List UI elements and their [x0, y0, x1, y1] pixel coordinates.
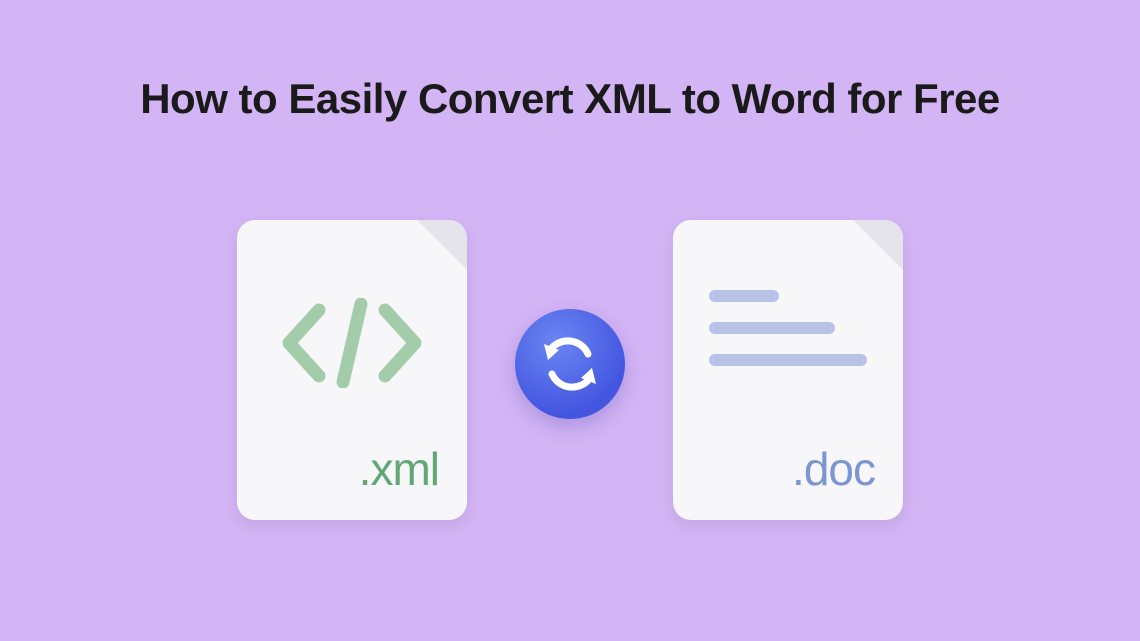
doc-text-line [709, 290, 779, 302]
doc-text-line [709, 354, 867, 366]
sync-arrows-icon [515, 309, 625, 419]
file-corner-fold [853, 220, 903, 270]
doc-file-card: .doc [673, 220, 903, 520]
file-corner-fold [417, 220, 467, 270]
doc-text-line [709, 322, 835, 334]
file-extension-label: .doc [673, 442, 875, 496]
conversion-illustration: .xml .doc [0, 220, 1140, 520]
file-extension-label: .xml [237, 442, 439, 496]
document-lines-icon [709, 290, 867, 366]
code-brackets-icon [237, 298, 467, 388]
xml-file-card: .xml [237, 220, 467, 520]
page-title: How to Easily Convert XML to Word for Fr… [0, 75, 1140, 123]
